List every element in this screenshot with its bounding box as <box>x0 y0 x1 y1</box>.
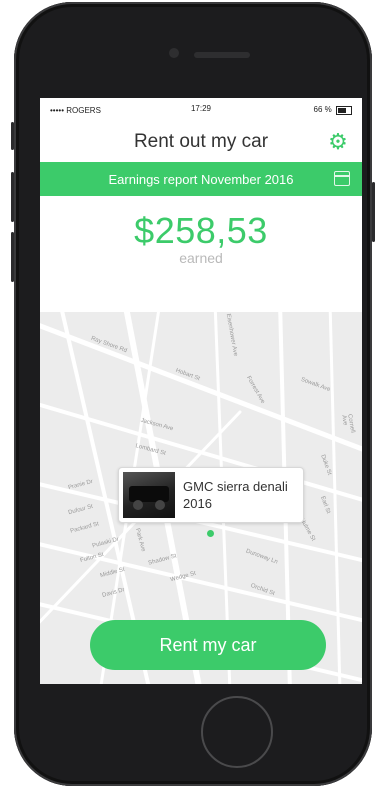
street-label: Shadow St <box>147 553 178 567</box>
earnings-report-label: Earnings report November 2016 <box>108 171 294 187</box>
street-label: Jackson Ave <box>139 417 174 433</box>
street-label: Pulaski Dr <box>91 536 120 550</box>
street-label: Fulton St <box>79 551 105 565</box>
car-name: GMC sierra denali 2016 <box>183 479 288 511</box>
street-label: Cornell Ave <box>340 413 356 434</box>
street-label: Park Ave <box>133 527 146 553</box>
clock-label: 17:29 <box>190 104 212 113</box>
street-label: Ray Shore Rd <box>90 335 128 355</box>
nav-bar: Rent out my car ⚙ <box>40 122 362 162</box>
car-callout[interactable]: GMC sierra denali 2016 <box>118 467 304 523</box>
earnings-amount: $258,53 <box>134 210 268 251</box>
earned-label: earned <box>179 250 223 266</box>
street-label: Duke St <box>319 453 333 477</box>
street-label: Dufour St <box>67 503 94 517</box>
street-label: Packard St <box>69 521 100 535</box>
status-bar: ••••• ROGERS 17:29 66 % <box>40 98 362 122</box>
power-button <box>372 182 375 242</box>
stage: ••••• ROGERS 17:29 66 % Rent out my car … <box>0 0 388 792</box>
street-label: Eisenhower Ave <box>224 313 239 357</box>
street-label: Pranie Dr <box>67 478 94 492</box>
street-label: Lombard St <box>134 443 167 457</box>
gear-icon[interactable]: ⚙ <box>328 131 348 153</box>
calendar-icon[interactable] <box>334 171 350 186</box>
page-title: Rent out my car <box>133 131 269 152</box>
street-label: Middle St <box>99 566 126 580</box>
front-camera <box>169 48 179 58</box>
volume-down-button <box>11 232 14 282</box>
street-label: Hobart St <box>174 367 201 383</box>
street-label: Forrest Ave <box>245 375 266 405</box>
battery-icon <box>336 105 352 115</box>
earnings-report-banner[interactable]: Earnings report November 2016 <box>40 162 362 196</box>
app-screen: ••••• ROGERS 17:29 66 % Rent out my car … <box>40 98 362 684</box>
street-label: Dunoway Ln <box>244 548 279 566</box>
volume-up-button <box>11 172 14 222</box>
car-thumbnail <box>123 472 175 518</box>
street-label: Davis Dr <box>101 587 126 599</box>
street-label: Sowalk Ave <box>299 376 332 394</box>
speaker-grille <box>194 52 250 58</box>
street-label: Wedge St <box>169 570 197 584</box>
home-button[interactable] <box>201 696 273 768</box>
street-label: Orchid St <box>249 582 276 598</box>
mute-switch <box>11 122 14 150</box>
location-pin-icon[interactable] <box>207 530 214 537</box>
street-label: Earl St <box>319 495 331 515</box>
rent-my-car-button[interactable]: Rent my car <box>90 620 326 670</box>
